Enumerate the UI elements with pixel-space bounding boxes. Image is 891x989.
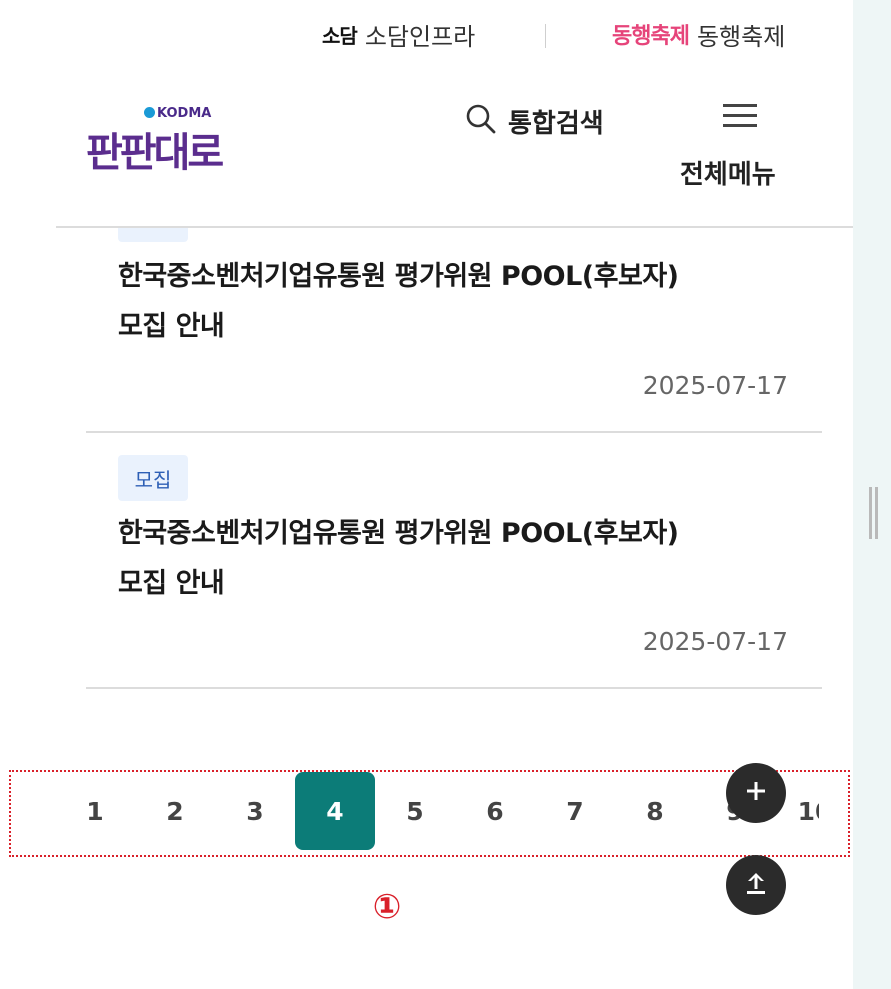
annotation-marker: ① [372,887,402,927]
page-link-5[interactable]: 5 [375,772,455,851]
pagination-track: 1 2 3 4 5 6 7 8 9 10 [11,772,819,855]
util-divider [545,24,546,48]
site-header: KODMA 판판대로 통합검색 전체메뉴 [56,80,853,228]
festival-logo-text: 동행축제 [612,24,690,49]
post-title-line-2: 모집 안내 [118,568,225,599]
sodam-logo: 소담 [322,23,358,48]
page: 소담 소담인프라 동행축제 동행축제 KODMA 판판대로 통합검색 전체메뉴 … [0,0,891,989]
sodam-infra-label: 소담인프라 [364,22,476,51]
page-link-1[interactable]: 1 [55,772,135,851]
brand-wordmark: 판판대로 [86,130,224,176]
post-title-line-2: 모집 안내 [118,311,225,342]
plus-icon [745,780,767,806]
search-icon [464,102,498,140]
post-date: 2025-07-17 [642,627,788,656]
dongheng-festival-link[interactable]: 동행축제 동행축제 [612,14,785,54]
page-link-2[interactable]: 2 [135,772,215,851]
pagination: 1 2 3 4 5 6 7 8 9 10 [9,770,850,857]
scroll-top-icon [744,870,768,900]
scroll-top-button[interactable] [726,855,786,915]
search-label: 통합검색 [508,108,604,139]
page-link-7[interactable]: 7 [535,772,615,851]
kodma-label: KODMA [144,106,211,121]
post-title: 한국중소벤처기업유통원 평가위원 POOL(후보자) 모집 안내 [118,509,798,609]
all-menu-label: 전체메뉴 [680,160,776,190]
list-item[interactable]: 모집 한국중소벤처기업유통원 평가위원 POOL(후보자) 모집 안내 2025… [86,433,822,689]
resize-handle[interactable] [869,487,879,539]
post-title-line-1: 한국중소벤처기업유통원 평가위원 POOL(후보자) [118,518,679,549]
site-logo[interactable]: KODMA 판판대로 [86,100,276,180]
page-link-8[interactable]: 8 [615,772,695,851]
page-link-3[interactable]: 3 [215,772,295,851]
category-badge: 모집 [118,455,188,501]
festival-label: 동행축제 [696,22,786,51]
expand-button[interactable] [726,763,786,823]
list-item[interactable]: 한국중소벤처기업유통원 평가위원 POOL(후보자) 모집 안내 2025-07… [86,228,822,433]
post-title-line-1: 한국중소벤처기업유통원 평가위원 POOL(후보자) [118,261,679,292]
all-menu-button[interactable]: 전체메뉴 [676,100,806,200]
festival-logo: 동행축제 [612,18,690,50]
page-link-6[interactable]: 6 [455,772,535,851]
hamburger-icon [722,102,758,134]
page-link-4-current[interactable]: 4 [295,772,375,850]
post-title: 한국중소벤처기업유통원 평가위원 POOL(후보자) 모집 안내 [118,252,798,352]
sodam-infra-link[interactable]: 소담 소담인프라 [322,14,475,54]
search-button[interactable]: 통합검색 [464,102,604,140]
post-date: 2025-07-17 [642,371,788,400]
utility-bar: 소담 소담인프라 동행축제 동행축제 [56,0,853,70]
